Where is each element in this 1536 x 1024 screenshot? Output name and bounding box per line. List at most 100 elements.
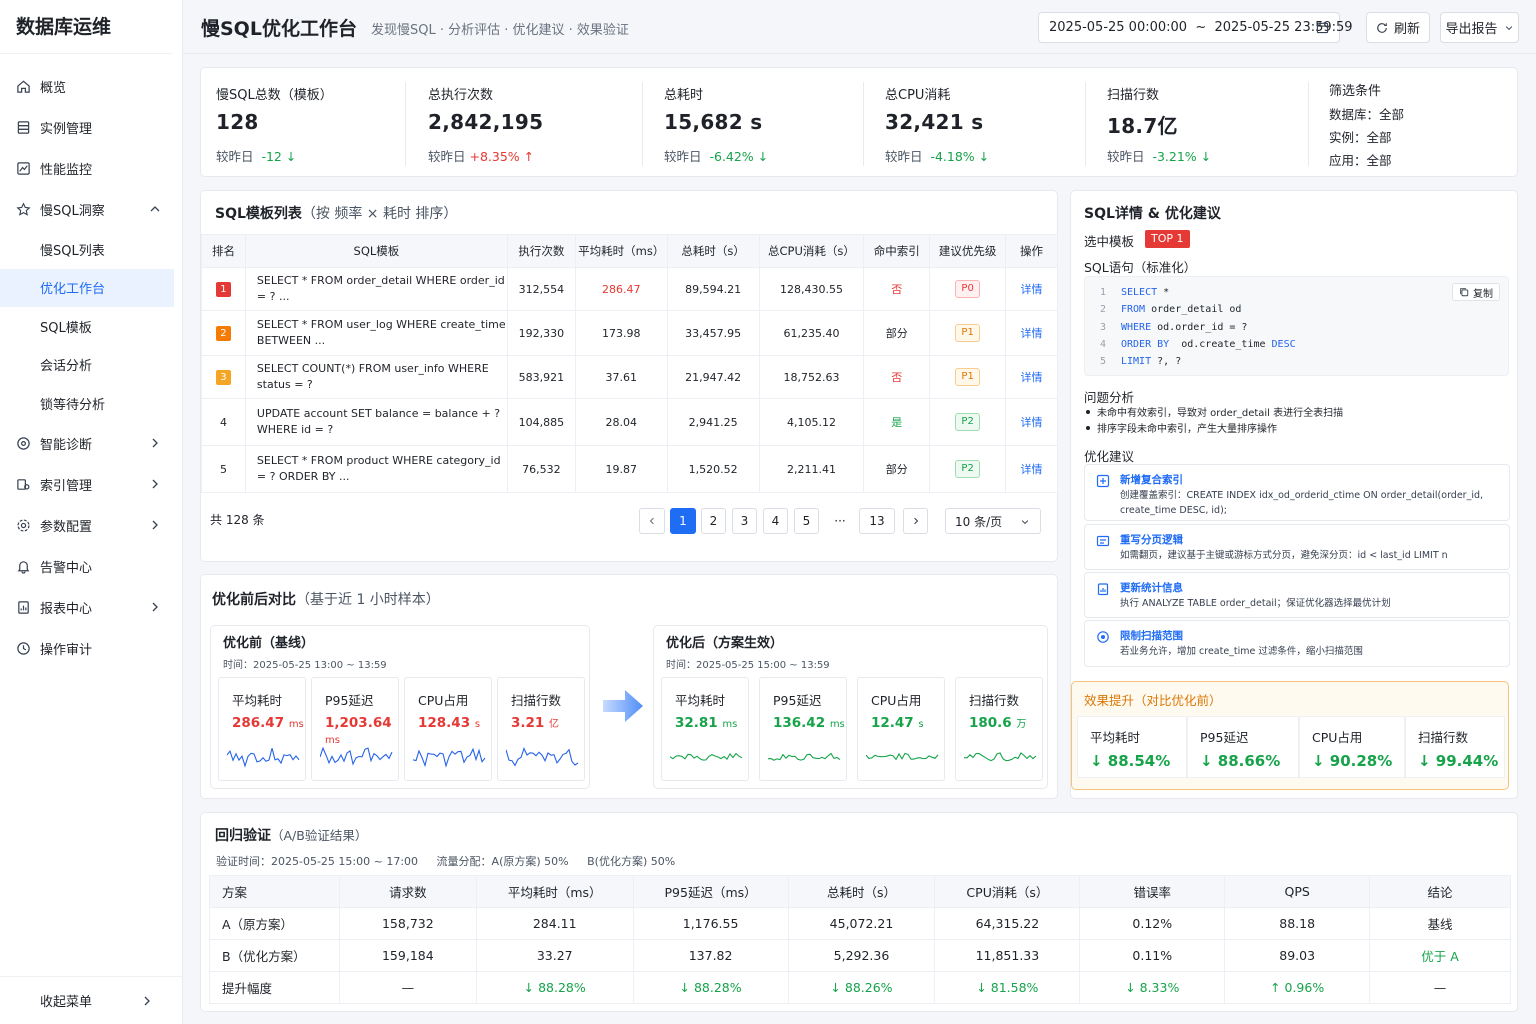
page-button[interactable]: 3 — [732, 508, 757, 534]
table-row[interactable]: 4 UPDATE account SET balance = balance + … — [201, 398, 1058, 446]
sidebar-item-params[interactable]: 参数配置 — [0, 505, 182, 546]
page-button[interactable]: 13 — [859, 508, 895, 534]
table-row[interactable]: 3 SELECT COUNT(*) FROM user_info WHERE st… — [201, 355, 1058, 399]
sidebar-item-slowsql[interactable]: 慢SQL洞察 — [0, 189, 182, 230]
cpu-value: 4,105.12 — [786, 415, 836, 429]
sidebar-item-reports[interactable]: 报表中心 — [0, 587, 182, 628]
sparkline-path — [320, 746, 393, 766]
before-title: 优化前（基线） — [223, 636, 315, 651]
sidebar-subitem-sql-template[interactable]: SQL模板 — [0, 307, 182, 346]
refresh-button[interactable]: 刷新 — [1366, 12, 1430, 43]
metric-value: 3.21 亿 — [511, 715, 559, 731]
filter-panel[interactable]: 筛选条件 数据库：全部 实例：全部 应用：全部 — [1329, 80, 1404, 172]
priority-badge: P0 — [955, 280, 981, 298]
table-cell: 基线 — [1369, 907, 1511, 940]
sql-list-title-text: SQL模板列表 — [215, 206, 302, 222]
metric-label: P95延迟 — [325, 693, 374, 708]
suggestion-item[interactable]: 新增复合索引 创建覆盖索引：CREATE INDEX idx_od_orderid… — [1084, 464, 1510, 521]
chevron-right-icon — [152, 602, 158, 611]
sidebar-item-overview[interactable]: 概览 — [0, 66, 182, 107]
index-hit-cell: 是 — [863, 398, 931, 446]
sparkline — [670, 752, 743, 761]
rank-cell: 3 — [201, 355, 246, 399]
stat-value: 128 — [216, 110, 259, 134]
sidebar-item-alerts[interactable]: 告警中心 — [0, 546, 182, 587]
metric-value: 136.42 ms — [773, 715, 845, 731]
suggestion-title: 限制扫描范围 — [1120, 630, 1183, 642]
table-row[interactable]: 2 SELECT * FROM user_log WHERE create_tim… — [201, 310, 1058, 356]
cpu-cell: 18,752.63 — [758, 355, 865, 399]
sql-keyword: ORDER BY — [1121, 338, 1170, 350]
page-button[interactable]: 4 — [763, 508, 788, 534]
code-line: 1 SELECT * — [1085, 284, 1169, 301]
stat-compare-value: -3.21% — [1152, 149, 1197, 164]
page-button[interactable]: 2 — [701, 508, 726, 534]
problem-list: 未命中有效索引，导致对 order_detail 表进行全表扫描 排序字段未命中索… — [1084, 406, 1343, 438]
page-button[interactable]: 1 — [670, 508, 696, 534]
detail-link[interactable]: 详情 — [1021, 371, 1043, 384]
table-cell: 0.12% — [1079, 907, 1226, 940]
suggestion-item[interactable]: 重写分页逻辑 如需翻页，建议基于主键或游标方式分页，避免深分页：id < last… — [1084, 524, 1510, 570]
table-cell: 33.27 — [475, 939, 634, 972]
suggestion-item[interactable]: 限制扫描范围 若业务允许，增加 create_time 过滤条件，缩小扫描范围 — [1084, 620, 1510, 667]
sidebar-subitem-slowsql-list[interactable]: 慢SQL列表 — [0, 230, 182, 269]
effect-label: P95延迟 — [1200, 730, 1249, 745]
suggestion-item[interactable]: 更新统计信息 执行 ANALYZE TABLE order_detail；保证优化… — [1084, 572, 1510, 618]
cell-value: 88.18 — [1279, 916, 1316, 931]
sidebar-subitem-lock[interactable]: 锁等待分析 — [0, 384, 182, 423]
problem-title: 问题分析 — [1084, 390, 1135, 405]
metric-card: 扫描行数 180.6 万 — [955, 677, 1043, 781]
export-report-button[interactable]: 导出报告 — [1440, 12, 1519, 43]
stat-compare-label: 较昨日 — [428, 149, 466, 164]
page-button[interactable]: 5 — [794, 508, 819, 534]
sql-keyword: LIMIT — [1121, 356, 1152, 368]
page-size-select[interactable]: 10 条/页 — [945, 508, 1041, 534]
next-page-button[interactable] — [903, 508, 928, 534]
sidebar-item-label: 实例管理 — [40, 122, 93, 137]
cell-value: ↓ 81.58% — [976, 980, 1039, 995]
detail-link[interactable]: 详情 — [1021, 283, 1043, 296]
table-row[interactable]: 5 SELECT * FROM product WHERE category_id… — [201, 445, 1058, 493]
export-label: 导出报告 — [1445, 22, 1498, 37]
sidebar-item-audit[interactable]: 操作审计 — [0, 628, 182, 669]
cell-value: 基线 — [1427, 917, 1453, 932]
stat-compare-label: 较昨日 — [885, 149, 923, 164]
regression-meta: 验证时间：2025-05-25 15:00 ~ 17:00 流量分配：A(原方案… — [216, 853, 675, 869]
count-cell: 583,921 — [506, 355, 576, 399]
rank-cell: 1 — [201, 267, 246, 311]
metric-label: CPU占用 — [418, 693, 469, 708]
sparkline-path — [670, 752, 743, 761]
sidebar-subitem-workbench[interactable]: 优化工作台 — [0, 268, 174, 307]
problem-item: 排序字段未命中索引，产生大量排序操作 — [1084, 422, 1343, 438]
priority-cell: P1 — [929, 310, 1007, 356]
sparkline-path — [506, 747, 579, 767]
detail-link[interactable]: 详情 — [1021, 416, 1043, 429]
sidebar-item-diagnose[interactable]: 智能诊断 — [0, 423, 182, 464]
sidebar-item-monitor[interactable]: 性能监控 — [0, 148, 182, 189]
code-line: 4 ORDER BY od.create_time DESC — [1085, 336, 1296, 353]
sidebar-item-index[interactable]: 索引管理 — [0, 464, 182, 505]
refresh-icon — [1377, 22, 1387, 33]
date-range-picker[interactable]: 2025-05-25 00:00:00 ~ 2025-05-25 23:59:5… — [1038, 12, 1353, 43]
column-header: 总耗时（s） — [787, 875, 936, 908]
prev-page-button[interactable] — [639, 508, 665, 534]
stat-compare-value: -12 — [261, 149, 282, 164]
index-hit-value: 部分 — [885, 463, 908, 476]
table-body: 1 SELECT * FROM order_detail WHERE order_… — [201, 267, 1058, 493]
sql-template-cell: UPDATE account SET balance = balance + ?… — [244, 398, 508, 446]
stat-value: 18.7亿 — [1107, 114, 1178, 138]
metric-number: 286.47 — [232, 715, 285, 731]
sql-template-cell: SELECT * FROM product WHERE category_id … — [244, 445, 508, 493]
copy-button[interactable]: 复制 — [1452, 283, 1500, 301]
priority-cell: P2 — [929, 398, 1007, 446]
table-row[interactable]: 1 SELECT * FROM order_detail WHERE order_… — [201, 267, 1058, 311]
detail-link[interactable]: 详情 — [1021, 463, 1043, 476]
detail-link[interactable]: 详情 — [1021, 327, 1043, 340]
collapse-menu-button[interactable]: 收起菜单 — [0, 976, 182, 1024]
sidebar-subitem-session[interactable]: 会话分析 — [0, 346, 182, 385]
code-line: 3 WHERE od.order_id = ? — [1085, 319, 1247, 336]
sql-template-cell: SELECT * FROM user_log WHERE create_time… — [244, 310, 508, 356]
effect-label: 平均耗时 — [1090, 730, 1141, 745]
sidebar-item-instances[interactable]: 实例管理 — [0, 107, 182, 148]
cell-value: ↓ 88.28% — [523, 980, 586, 995]
